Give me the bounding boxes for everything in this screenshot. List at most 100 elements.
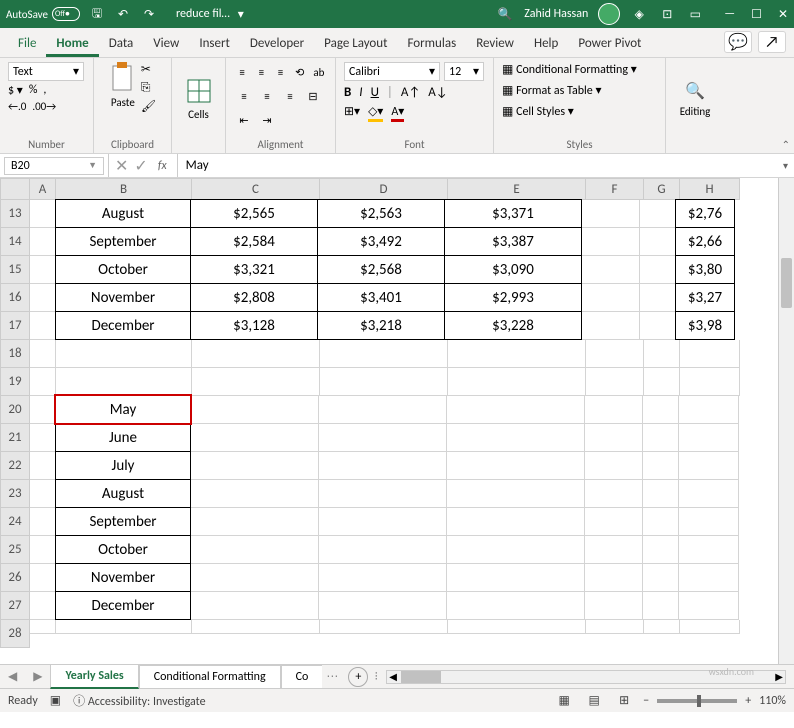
cell[interactable] — [319, 564, 447, 592]
align-center-icon[interactable]: ≡ — [257, 86, 277, 106]
new-sheet-button[interactable]: + — [348, 667, 368, 687]
cell[interactable] — [447, 480, 585, 508]
cell[interactable] — [192, 368, 320, 396]
cell[interactable] — [447, 424, 585, 452]
month-cell[interactable]: November — [55, 283, 191, 312]
format-painter-icon[interactable]: 🖌 — [141, 99, 156, 114]
month-cell[interactable]: November — [55, 563, 191, 592]
accessibility-status[interactable]: ⓘ Accessibility: Investigate — [73, 692, 205, 709]
cell[interactable] — [643, 536, 679, 564]
name-box[interactable]: B20▼ — [4, 157, 104, 175]
cell[interactable] — [30, 424, 56, 452]
row-header[interactable]: 20 — [0, 396, 30, 424]
editing-button[interactable]: Editing — [680, 105, 711, 118]
cell[interactable] — [30, 284, 56, 312]
cell[interactable] — [582, 228, 640, 256]
month-cell[interactable]: May — [55, 395, 191, 424]
increase-decimal-icon[interactable]: ←.0 — [8, 100, 26, 113]
cell[interactable] — [320, 620, 448, 634]
value-cell[interactable]: $3,27 — [675, 283, 735, 312]
cell[interactable] — [30, 620, 56, 634]
orientation-icon[interactable]: ⟲ — [292, 62, 308, 82]
cell[interactable] — [192, 340, 320, 368]
format-as-table-button[interactable]: ▦ Format as Table ▾ — [502, 83, 657, 98]
zoom-in-button[interactable]: + — [745, 694, 751, 708]
value-cell[interactable]: $2,563 — [317, 199, 445, 228]
tray-icon[interactable]: ⊡ — [658, 5, 676, 23]
diamond-icon[interactable]: ◈ — [630, 5, 648, 23]
cell[interactable] — [585, 396, 643, 424]
col-header-C[interactable]: C — [192, 178, 320, 200]
toggle-off-icon[interactable]: Off● — [52, 7, 80, 21]
percent-icon[interactable]: % — [29, 83, 38, 98]
cell[interactable] — [319, 396, 447, 424]
cells-button[interactable]: Cells — [188, 108, 209, 121]
cell[interactable] — [191, 396, 319, 424]
col-header-B[interactable]: B — [56, 178, 192, 200]
row-header[interactable]: 23 — [0, 480, 30, 508]
cell[interactable] — [320, 340, 448, 368]
cell[interactable] — [679, 592, 739, 620]
user-name[interactable]: Zahid Hassan — [524, 7, 588, 21]
cell-styles-button[interactable]: ▦ Cell Styles ▾ — [502, 104, 657, 119]
cell[interactable] — [585, 592, 643, 620]
currency-icon[interactable]: $ ▾ — [8, 83, 23, 98]
cell[interactable] — [680, 368, 740, 396]
value-cell[interactable]: $3,98 — [675, 311, 735, 340]
cell[interactable] — [640, 312, 676, 340]
row-header[interactable]: 18 — [0, 340, 30, 368]
col-header-F[interactable]: F — [586, 178, 644, 200]
cell[interactable] — [30, 228, 56, 256]
maximize-icon[interactable]: ☐ — [751, 7, 762, 22]
row-header[interactable]: 19 — [0, 368, 30, 396]
cell[interactable] — [643, 396, 679, 424]
col-header-G[interactable]: G — [644, 178, 680, 200]
bold-button[interactable]: B — [344, 85, 351, 100]
cell[interactable] — [586, 340, 644, 368]
align-top-icon[interactable]: ≡ — [234, 62, 250, 82]
cell[interactable] — [582, 256, 640, 284]
row-header[interactable]: 17 — [0, 312, 30, 340]
month-cell[interactable]: September — [55, 507, 191, 536]
italic-button[interactable]: I — [359, 85, 362, 100]
cell[interactable] — [586, 368, 644, 396]
row-header[interactable]: 22 — [0, 452, 30, 480]
cell[interactable] — [586, 620, 644, 634]
value-cell[interactable]: $3,128 — [190, 311, 318, 340]
autosave-toggle[interactable]: AutoSave Off● — [6, 7, 80, 21]
row-header[interactable]: 26 — [0, 564, 30, 592]
tab-review[interactable]: Review — [466, 30, 524, 57]
value-cell[interactable]: $2,76 — [675, 199, 735, 228]
month-cell[interactable]: August — [55, 479, 191, 508]
tab-view[interactable]: View — [143, 30, 189, 57]
value-cell[interactable]: $2,993 — [444, 283, 582, 312]
worksheet-grid[interactable]: ABCDEFGH 13August$2,565$2,563$3,371$2,76… — [0, 178, 794, 664]
increase-indent-icon[interactable]: ⇥ — [257, 110, 277, 130]
cell[interactable] — [30, 592, 56, 620]
tab-formulas[interactable]: Formulas — [397, 30, 466, 57]
value-cell[interactable]: $3,371 — [444, 199, 582, 228]
cell[interactable] — [30, 396, 56, 424]
cell[interactable] — [319, 536, 447, 564]
cell[interactable] — [447, 508, 585, 536]
cell[interactable] — [319, 508, 447, 536]
cell[interactable] — [644, 620, 680, 634]
cell[interactable] — [447, 536, 585, 564]
tab-data[interactable]: Data — [99, 30, 144, 57]
comma-icon[interactable]: , — [43, 83, 46, 98]
cell[interactable] — [644, 368, 680, 396]
cell[interactable] — [644, 340, 680, 368]
filename[interactable]: reduce fil… — [176, 7, 230, 21]
underline-button[interactable]: U — [371, 85, 379, 100]
cell[interactable] — [679, 480, 739, 508]
close-icon[interactable]: ✕ — [778, 7, 788, 22]
sheet-tab-yearly-sales[interactable]: Yearly Sales — [50, 664, 138, 689]
cell[interactable] — [319, 424, 447, 452]
enter-icon[interactable]: ✓ — [134, 156, 147, 176]
undo-icon[interactable]: ↶ — [114, 5, 132, 23]
cell[interactable] — [582, 312, 640, 340]
cell[interactable] — [319, 480, 447, 508]
page-break-view-icon[interactable]: ⊞ — [613, 692, 635, 710]
cell[interactable] — [643, 508, 679, 536]
col-header-H[interactable]: H — [680, 178, 740, 200]
